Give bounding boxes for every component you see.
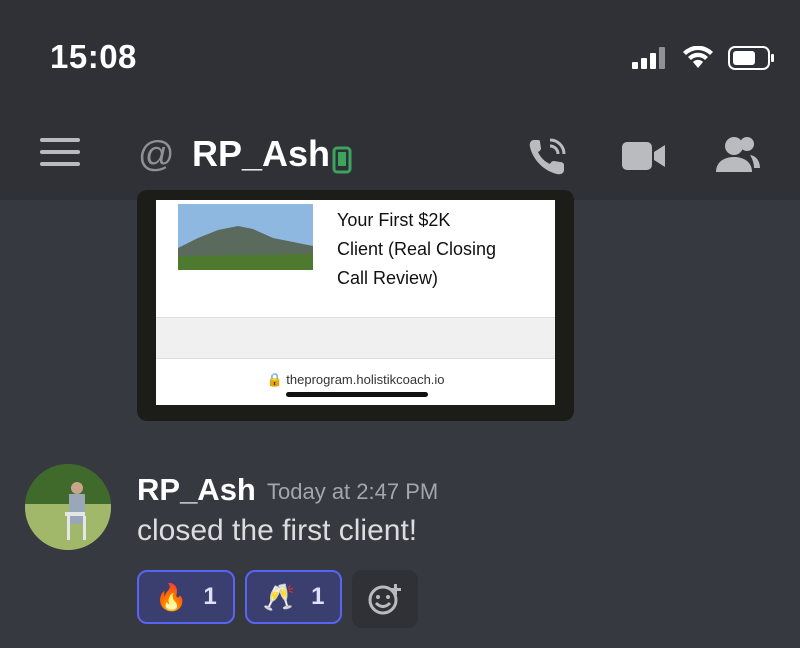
top-bar: 15:08 @ RP_Ash <box>0 0 800 200</box>
message-item[interactable]: RP_Ash Today at 2:47 PM closed the first… <box>0 462 800 642</box>
hamburger-icon[interactable] <box>40 138 80 172</box>
embed-title-line: Call Review) <box>337 268 439 288</box>
reactions-bar: 🔥 1 🥂 1 <box>137 570 419 628</box>
avatar-image <box>25 464 111 550</box>
link-embed[interactable]: Your First $2K Client (Real Closing Call… <box>137 190 574 421</box>
channel-header: @ RP_Ash <box>0 120 800 190</box>
embed-url[interactable]: 🔒 theprogram.holistikcoach.io <box>156 372 555 388</box>
status-bar: 15:08 <box>0 0 800 110</box>
home-indicator <box>286 392 428 397</box>
reaction-fire[interactable]: 🔥 1 <box>137 570 235 624</box>
avatar[interactable] <box>25 464 111 550</box>
embed-preview: Your First $2K Client (Real Closing Call… <box>156 200 555 405</box>
message-timestamp: Today at 2:47 PM <box>267 479 439 504</box>
video-camera-icon[interactable] <box>620 136 668 176</box>
reaction-count: 1 <box>311 583 325 610</box>
battery-icon <box>728 46 774 70</box>
mountain-image <box>178 204 313 270</box>
reaction-clinking-glasses[interactable]: 🥂 1 <box>244 570 343 624</box>
status-time: 15:08 <box>50 38 137 75</box>
channel-title: RP_Ash <box>192 133 331 174</box>
embed-title-line: Client (Real Closing <box>337 239 497 259</box>
status-icons <box>632 42 776 74</box>
fire-icon: 🔥 <box>155 582 188 612</box>
add-reaction-icon <box>368 584 402 615</box>
message-author[interactable]: RP_Ash <box>137 472 256 508</box>
embed-title-line: Your First $2K <box>337 210 451 230</box>
mobile-online-icon <box>332 146 352 174</box>
members-icon[interactable] <box>714 134 762 178</box>
clinking-glasses-icon: 🥂 <box>262 582 296 612</box>
reaction-count: 1 <box>203 583 217 610</box>
embed-url-text: theprogram.holistikcoach.io <box>286 372 445 387</box>
embed-title: Your First $2K Client (Real Closing Call… <box>337 206 537 293</box>
phone-call-icon[interactable] <box>526 134 570 178</box>
embed-thumbnail <box>178 204 313 270</box>
add-reaction-button[interactable] <box>352 570 419 628</box>
at-icon: @ <box>138 133 175 174</box>
lock-icon: 🔒 <box>266 372 283 387</box>
signal-icon <box>632 47 665 69</box>
wifi-icon <box>683 46 713 68</box>
embed-divider <box>156 317 555 359</box>
message-content: closed the first client! <box>137 514 418 547</box>
